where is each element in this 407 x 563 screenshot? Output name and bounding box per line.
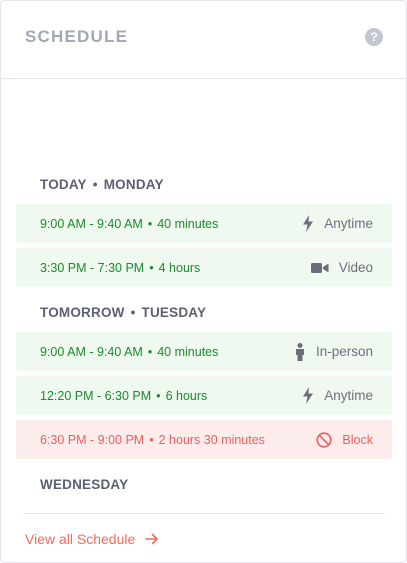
slot-time: 9:00 AM - 9:40 AM • 40 minutes xyxy=(40,217,218,231)
slot-type-label: Video xyxy=(338,260,373,275)
schedule-card: SCHEDULE ? TODAY • MONDAY 9:00 AM - 9:40 A… xyxy=(0,0,407,563)
slot-type: Anytime xyxy=(298,386,373,406)
slot-duration: 40 minutes xyxy=(157,344,219,359)
slot-time: 6:30 PM - 9:00 PM • 2 hours 30 minutes xyxy=(40,433,265,447)
slot-time-range: 6:30 PM - 9:00 PM xyxy=(40,432,145,447)
slot-duration: 6 hours xyxy=(165,388,208,403)
person-icon xyxy=(290,342,310,362)
slot-type: Video xyxy=(309,258,373,278)
slot-type-label: Block xyxy=(342,432,373,447)
slot-type-label: Anytime xyxy=(324,216,373,231)
slot-duration: 4 hours xyxy=(158,260,201,275)
schedule-slot[interactable]: 9:00 AM - 9:40 AM • 40 minutes In-person xyxy=(16,332,392,371)
dot-separator: • xyxy=(149,432,154,447)
slot-type: Anytime xyxy=(298,214,373,234)
slot-time: 9:00 AM - 9:40 AM • 40 minutes xyxy=(40,345,218,359)
slot-type: Block xyxy=(314,430,373,450)
schedule-slot[interactable]: 9:00 AM - 9:40 AM • 40 minutes Anytime xyxy=(16,204,392,243)
slot-time-range: 3:30 PM - 7:30 PM xyxy=(40,260,145,275)
slot-time-range: 9:00 AM - 9:40 AM xyxy=(40,216,143,231)
slot-duration: 2 hours 30 minutes xyxy=(158,432,265,447)
day-heading-wednesday: WEDNESDAY xyxy=(40,477,128,492)
arrow-right-icon xyxy=(145,533,159,545)
day-label: TODAY xyxy=(40,177,87,192)
slot-type-label: In-person xyxy=(315,344,373,359)
bolt-icon xyxy=(298,386,318,406)
dot-separator: • xyxy=(147,344,153,359)
schedule-slot[interactable]: 12:20 PM - 6:30 PM • 6 hours Anytime xyxy=(16,376,392,415)
view-all-label: View all Schedule xyxy=(25,531,136,547)
dot-separator: • xyxy=(130,305,136,320)
weekday-label: MONDAY xyxy=(103,177,164,192)
slot-duration: 40 minutes xyxy=(157,216,219,231)
dot-separator: • xyxy=(92,177,98,192)
day-heading-tomorrow: TOMORROW • TUESDAY xyxy=(40,305,206,320)
weekday-label: TUESDAY xyxy=(141,305,207,320)
dot-separator: • xyxy=(147,216,153,231)
card-header: SCHEDULE ? xyxy=(1,1,406,79)
video-icon xyxy=(309,258,331,278)
day-label: TOMORROW xyxy=(40,305,125,320)
view-all-schedule-link[interactable]: View all Schedule xyxy=(25,531,159,547)
slot-time-range: 9:00 AM - 9:40 AM xyxy=(40,344,143,359)
card-title: SCHEDULE xyxy=(25,26,129,46)
help-icon[interactable]: ? xyxy=(365,27,383,46)
slot-time-range: 12:20 PM - 6:30 PM xyxy=(40,388,152,403)
slot-time: 3:30 PM - 7:30 PM • 4 hours xyxy=(40,261,200,275)
schedule-slot-blocked[interactable]: 6:30 PM - 9:00 PM • 2 hours 30 minutes Blo… xyxy=(16,420,392,459)
weekday-label: WEDNESDAY xyxy=(40,477,129,492)
bolt-icon xyxy=(298,214,318,234)
day-heading-today: TODAY • MONDAY xyxy=(40,177,164,192)
slot-time: 12:20 PM - 6:30 PM • 6 hours xyxy=(40,389,207,403)
dot-separator: • xyxy=(149,260,154,275)
schedule-slot[interactable]: 3:30 PM - 7:30 PM • 4 hours Video xyxy=(16,248,392,287)
slot-type: In-person xyxy=(290,342,373,362)
block-icon xyxy=(314,430,334,450)
footer-divider xyxy=(23,513,385,514)
dot-separator: • xyxy=(156,388,161,403)
slot-type-label: Anytime xyxy=(324,388,373,403)
